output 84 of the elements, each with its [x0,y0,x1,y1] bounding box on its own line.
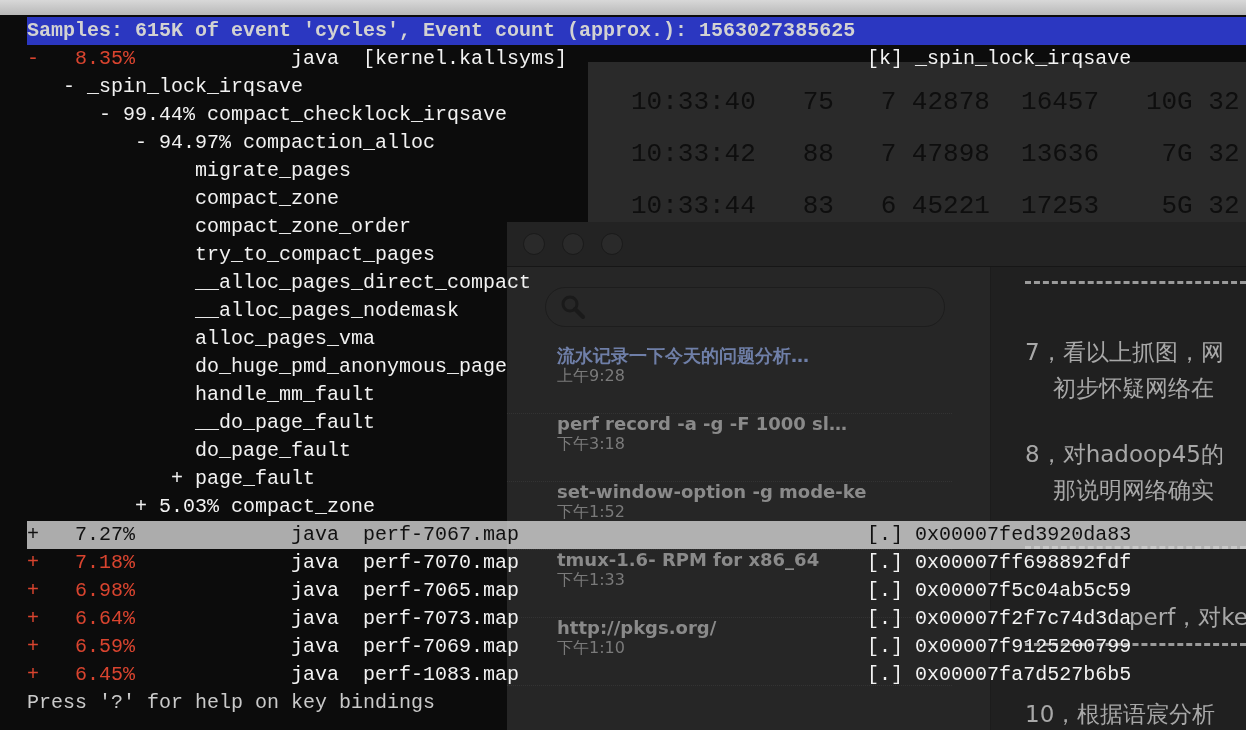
callchain-symbol: compact_checklock_irqsave [207,102,508,128]
note-time: 上午9:28 [557,366,625,386]
overhead-percent: 8.35% [75,47,135,70]
command-name: java [291,551,340,574]
note-title[interactable]: tmux-1.6- RPM for x86_64 [557,550,820,570]
command-name: java [291,635,340,658]
note-text: 那说明网络确实 [1052,476,1214,505]
shared-object: perf-7067.map [363,523,520,546]
shared-object: perf-7069.map [363,635,520,658]
fold-marker[interactable]: + [171,465,195,493]
symbol-name: 0x00007ff698892fdf [915,551,1132,574]
command-name: java [291,607,340,630]
symbol-type: [.] [867,635,904,658]
callchain-symbol: __do_page_fault [195,410,376,436]
callchain-symbol: compaction_alloc [243,130,436,156]
fold-marker[interactable]: + [135,493,159,521]
symbol-name: 0x00007fed3920da83 [915,523,1132,546]
symbol-name: 0x00007f5c04ab5c59 [915,579,1132,602]
overhead-percent: 6.59% [75,635,135,658]
overhead-percent: 7.18% [75,551,135,574]
symbol-type: [.] [867,579,904,602]
selected-row[interactable]: + 7.27% java perf-7067.map [.] 0x00007fed3920da83 [27,521,1246,549]
callchain-symbol: do_page_fault [195,438,352,464]
note-title[interactable]: perf record -a -g -F 1000 sl… [557,414,847,434]
callchain-symbol: __alloc_pages_direct_compact [195,270,532,296]
callchain-symbol: compact_zone [231,494,376,520]
symbol-type: [.] [867,523,904,546]
callchain-symbol: compact_zone [195,186,340,212]
shared-object: perf-1083.map [363,663,520,686]
callchain-percent: 5.03% [159,494,220,520]
fold-toggle[interactable]: + [27,523,39,546]
callchain-symbol: handle_mm_fault [195,382,376,408]
symbol-name: 0x00007f2f7c74d3da [915,607,1132,630]
overhead-percent: 7.27% [75,523,135,546]
shared-object: [kernel.kallsyms] [363,47,568,70]
note-title[interactable]: http://pkgs.org/ [557,618,717,638]
fold-marker[interactable]: - [63,73,87,101]
shared-object: perf-7070.map [363,551,520,574]
note-text: 8，对hadoop45的 [1025,440,1224,469]
callchain-symbol: try_to_compact_pages [195,242,436,268]
symbol-type: [.] [867,607,904,630]
callchain-symbol: compact_zone_order [195,214,412,240]
fold-toggle[interactable]: + [27,663,39,686]
fold-toggle[interactable]: + [27,551,39,574]
callchain-percent: 99.44% [123,102,195,128]
command-name: java [291,47,340,70]
note-time: 下午1:52 [557,502,625,522]
command-name: java [291,523,340,546]
callchain-symbol: _spin_lock_irqsave [87,74,304,100]
symbol-name: 0x00007f9125200799 [915,635,1132,658]
fold-toggle[interactable]: + [27,607,39,630]
symbol-name: 0x00007fa7d527b6b5 [915,663,1132,686]
callchain-percent: 94.97% [159,130,232,156]
overhead-percent: 6.45% [75,663,135,686]
report-header: Samples: 615K of event 'cycles', Event count (approx.): 1563027385625 [27,17,1246,45]
overhead-percent: 6.64% [75,607,135,630]
fold-toggle[interactable]: - [27,47,39,70]
fold-marker[interactable]: - [99,101,123,129]
note-title[interactable]: set-window-option -g mode-ke [557,482,867,502]
callchain-symbol: page_fault [195,466,316,492]
callchain-symbol: __alloc_pages_nodemask [195,298,460,324]
symbol-type: [.] [867,551,904,574]
callchain-symbol: do_huge_pmd_anonymous_page [195,354,508,380]
note-time: 下午3:18 [557,434,625,454]
shared-object: perf-7073.map [363,607,520,630]
note-text: 7，看以上抓图，网 [1025,338,1224,367]
help-hint: Press '?' for help on key bindings [27,690,436,716]
symbol-name: _spin_lock_irqsave [915,47,1132,70]
overhead-percent: 6.98% [75,579,135,602]
callchain-symbol: alloc_pages_vma [195,326,376,352]
note-time: 下午1:10 [557,638,625,658]
command-name: java [291,579,340,602]
shared-object: perf-7065.map [363,579,520,602]
fold-toggle[interactable]: + [27,635,39,658]
note-text: 初步怀疑网络在 [1052,374,1214,403]
callchain-symbol: migrate_pages [195,158,352,184]
note-time: 下午1:33 [557,570,625,590]
command-name: java [291,663,340,686]
note-title[interactable]: 流水记录一下今天的问题分析… [557,346,809,366]
note-text: 10，根据语宸分析 [1025,700,1216,729]
fold-toggle[interactable]: + [27,579,39,602]
fold-marker[interactable]: - [135,129,159,157]
symbol-type: [.] [867,663,904,686]
symbol-type: [k] [867,47,904,70]
